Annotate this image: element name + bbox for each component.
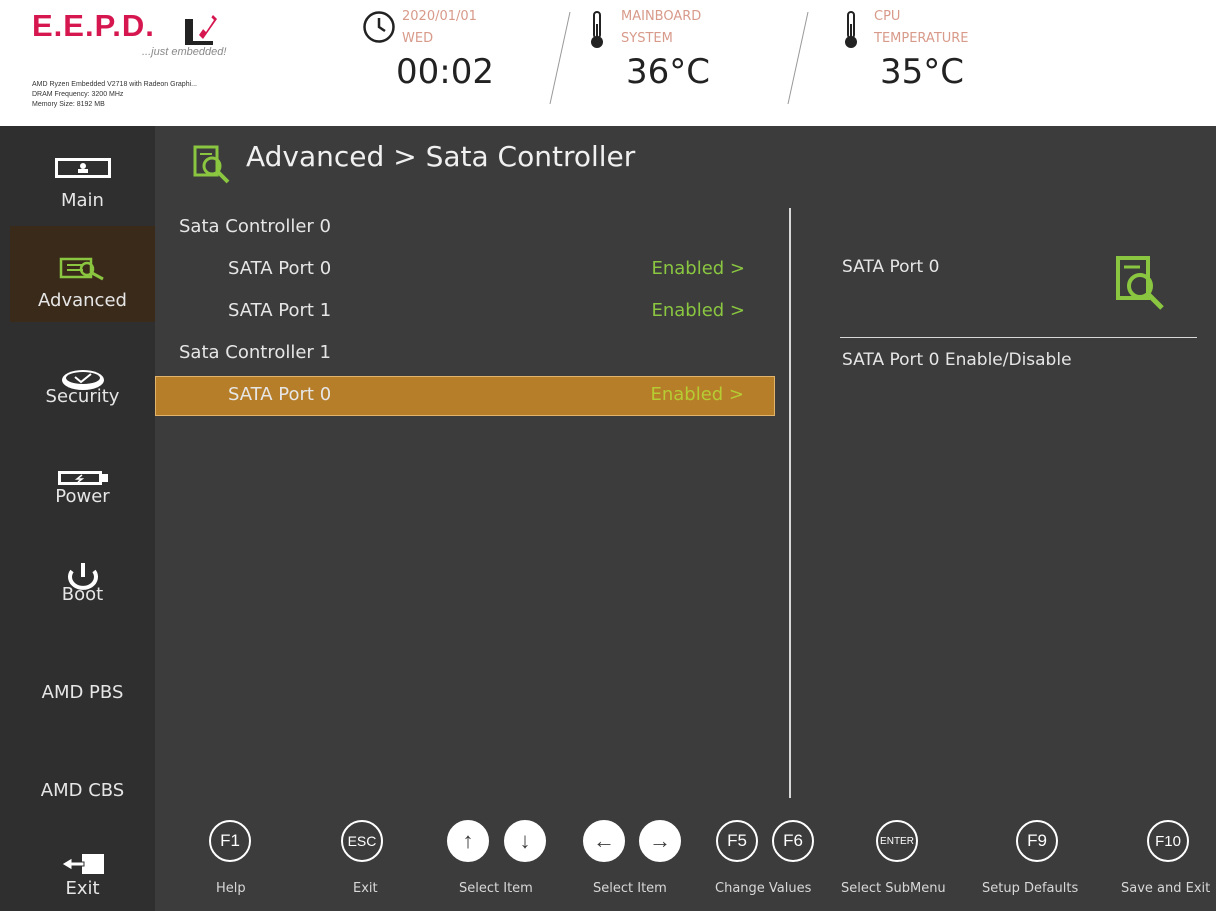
- sidebar-item-label: Main: [61, 190, 104, 211]
- page-title: Advanced > Sata Controller: [246, 140, 636, 173]
- footer-label-save-exit: Save and Exit: [1121, 881, 1211, 896]
- arrow-right-key-icon[interactable]: →: [639, 820, 681, 862]
- sidebar-item-security[interactable]: Security: [10, 348, 155, 444]
- footer-label-setup-defaults: Setup Defaults: [982, 881, 1079, 896]
- memory-size: Memory Size: 8192 MB: [32, 101, 105, 108]
- footer-label-change-values: Change Values: [715, 881, 812, 896]
- section-header-sata-controller-1: Sata Controller 1: [155, 334, 775, 374]
- header-divider: [787, 12, 809, 104]
- setting-label: SATA Port 0: [228, 384, 332, 405]
- cpu-label-2: TEMPERATURE: [874, 31, 969, 46]
- f9-key-icon[interactable]: F9: [1016, 820, 1058, 862]
- section-label: Sata Controller 1: [179, 342, 331, 363]
- brand-tagline: ...just embedded!: [142, 46, 227, 58]
- sidebar-item-label: AMD CBS: [40, 780, 125, 801]
- enter-key-icon[interactable]: ENTER: [876, 820, 918, 862]
- f5-key-icon[interactable]: F5: [716, 820, 758, 862]
- mainboard-temp: 36°C: [626, 52, 711, 92]
- arrow-left-key-icon[interactable]: ←: [583, 820, 625, 862]
- f10-key-icon[interactable]: F10: [1147, 820, 1189, 862]
- sidebar: Main Advanced Security Power Boot AMD PB…: [0, 126, 155, 911]
- cpu-model: AMD Ryzen Embedded V2718 with Radeon Gra…: [32, 81, 197, 88]
- sidebar-item-amd-pbs[interactable]: AMD PBS: [10, 642, 155, 738]
- sidebar-item-label: Advanced: [38, 290, 127, 311]
- cpu-label-1: CPU: [874, 9, 901, 24]
- section-label: Sata Controller 0: [179, 216, 331, 237]
- sidebar-item-boot[interactable]: Boot: [10, 544, 155, 640]
- monitor-icon: [54, 158, 111, 178]
- arrow-up-key-icon[interactable]: ↑: [447, 820, 489, 862]
- system-info: AMD Ryzen Embedded V2718 with Radeon Gra…: [32, 80, 197, 110]
- sidebar-item-label: AMD PBS: [41, 682, 124, 703]
- header-divider: [549, 12, 571, 104]
- sidebar-item-label: Security: [45, 386, 120, 407]
- sidebar-item-exit[interactable]: Exit: [10, 816, 155, 911]
- footer-label-exit: Exit: [353, 881, 378, 896]
- footer-label-select-item: Select Item: [593, 881, 667, 896]
- help-title: SATA Port 0: [842, 257, 940, 277]
- clock-icon: [363, 11, 395, 43]
- sidebar-item-label: Power: [55, 486, 110, 507]
- f6-key-icon[interactable]: F6: [772, 820, 814, 862]
- setting-sata-port-1[interactable]: SATA Port 1 Enabled >: [155, 292, 775, 332]
- clock-time: 00:02: [396, 52, 494, 92]
- footer-label-help: Help: [216, 881, 246, 896]
- help-divider: [840, 337, 1197, 338]
- esc-key-icon[interactable]: ESC: [341, 820, 383, 862]
- sidebar-item-main[interactable]: Main: [10, 136, 155, 232]
- dram-frequency: DRAM Frequency: 3200 MHz: [32, 91, 124, 98]
- sidebar-item-label: Boot: [61, 584, 104, 605]
- advanced-icon: [193, 145, 230, 184]
- clock-day: WED: [402, 31, 434, 46]
- section-header-sata-controller-0: Sata Controller 0: [155, 208, 775, 248]
- advanced-icon: [59, 257, 104, 281]
- mainboard-label-1: MAINBOARD: [621, 9, 702, 24]
- battery-icon: [57, 471, 108, 485]
- sidebar-item-label: Exit: [65, 878, 100, 899]
- brand-logo: E.E.P.D. ...just embedded! AMD Ryzen Emb…: [32, 8, 262, 108]
- advanced-icon: [1116, 256, 1164, 310]
- f1-key-icon[interactable]: F1: [209, 820, 251, 862]
- cpu-temp: 35°C: [880, 52, 965, 92]
- footer-label-select-item: Select Item: [459, 881, 533, 896]
- mainboard-label-2: SYSTEM: [621, 31, 673, 46]
- brand-title: E.E.P.D.: [32, 8, 155, 43]
- help-description: SATA Port 0 Enable/Disable: [842, 350, 1072, 370]
- setting-label: SATA Port 1: [228, 300, 332, 321]
- setting-sata-port-0-controller-1[interactable]: SATA Port 0 Enabled >: [155, 376, 775, 416]
- thermometer-icon: [591, 11, 603, 48]
- setting-value[interactable]: Enabled >: [651, 300, 745, 321]
- brand-mark-icon: [185, 15, 217, 45]
- thermometer-icon: [845, 11, 857, 48]
- sidebar-item-power[interactable]: Power: [10, 446, 155, 542]
- footer-label-select-submenu: Select SubMenu: [841, 881, 946, 896]
- sidebar-item-advanced[interactable]: Advanced: [10, 226, 155, 322]
- setting-value[interactable]: Enabled >: [651, 258, 745, 279]
- setting-sata-port-0[interactable]: SATA Port 0 Enabled >: [155, 250, 775, 290]
- arrow-down-key-icon[interactable]: ↓: [504, 820, 546, 862]
- setting-label: SATA Port 0: [228, 258, 332, 279]
- setting-value[interactable]: Enabled >: [650, 384, 744, 405]
- panel-divider: [789, 208, 791, 798]
- clock-date: 2020/01/01: [402, 9, 477, 24]
- header-bar: E.E.P.D. ...just embedded! AMD Ryzen Emb…: [0, 0, 1216, 126]
- exit-icon: [60, 854, 104, 874]
